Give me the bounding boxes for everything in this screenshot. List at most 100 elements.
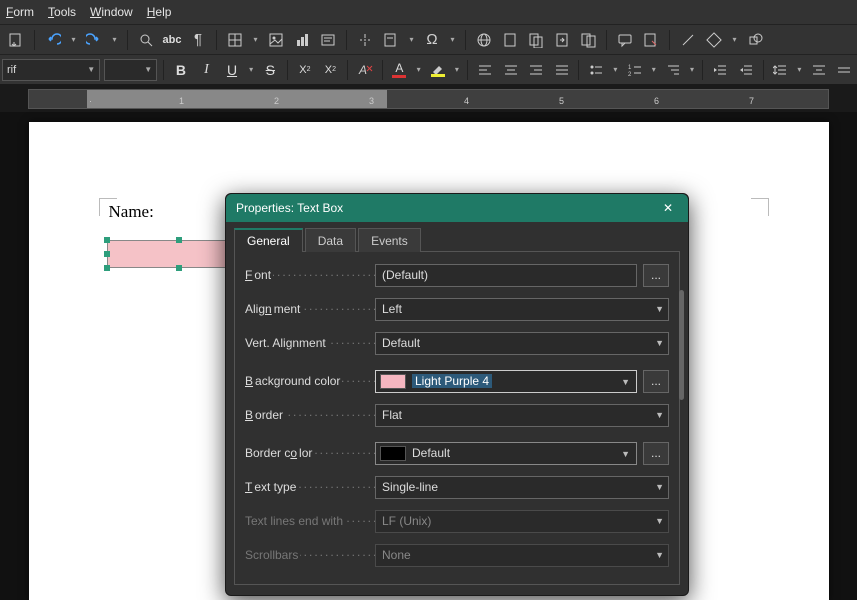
dialog-titlebar[interactable]: Properties: Text Box ✕ bbox=[226, 194, 688, 222]
undo-icon[interactable] bbox=[43, 30, 63, 50]
row-lineend: Text lines end with LF (Unix)▼ bbox=[245, 506, 669, 536]
comment-icon[interactable] bbox=[615, 30, 635, 50]
border-combo[interactable]: Flat▼ bbox=[375, 404, 669, 427]
bullet-list-button[interactable] bbox=[585, 59, 607, 81]
para-spacing-inc-button[interactable] bbox=[808, 59, 830, 81]
menu-form[interactable]: FFormorm bbox=[6, 5, 34, 19]
bookmark-icon[interactable] bbox=[526, 30, 546, 50]
resize-handle[interactable] bbox=[104, 265, 110, 271]
resize-handle[interactable] bbox=[176, 237, 182, 243]
document-label: Name: bbox=[109, 202, 154, 222]
number-list-dropdown[interactable]: ▾ bbox=[649, 60, 658, 80]
format-toolbar: rif ▼ ▼ B I U ▾ S X2 X2 A A ▾ ▾ ▾ 12 ▾ ▾… bbox=[0, 54, 857, 84]
special-char-dropdown[interactable]: ▾ bbox=[448, 30, 457, 50]
increase-indent-button[interactable] bbox=[709, 59, 731, 81]
properties-dialog: Properties: Text Box ✕ General Data Even… bbox=[225, 193, 689, 596]
texttype-combo[interactable]: Single-line▼ bbox=[375, 476, 669, 499]
clear-formatting-button[interactable]: A bbox=[354, 59, 376, 81]
draw-icon[interactable] bbox=[745, 30, 765, 50]
footnote-icon[interactable] bbox=[500, 30, 520, 50]
outline-list-dropdown[interactable]: ▾ bbox=[688, 60, 697, 80]
row-font: Font (Default) ... bbox=[245, 260, 669, 290]
image-icon[interactable] bbox=[266, 30, 286, 50]
bgcolor-combo[interactable]: Light Purple 4 ▼ bbox=[375, 370, 637, 393]
menu-window[interactable]: Window bbox=[90, 5, 133, 19]
underline-button[interactable]: U bbox=[221, 59, 243, 81]
basic-shapes-dropdown[interactable]: ▾ bbox=[730, 30, 739, 50]
align-left-button[interactable] bbox=[474, 59, 496, 81]
vert-alignment-combo[interactable]: Default▼ bbox=[375, 332, 669, 355]
number-list-button[interactable]: 12 bbox=[624, 59, 646, 81]
comment-box-icon[interactable] bbox=[578, 30, 598, 50]
decrease-indent-button[interactable] bbox=[735, 59, 757, 81]
line-spacing-dropdown[interactable]: ▾ bbox=[795, 60, 804, 80]
bordercolor-combo[interactable]: Default ▼ bbox=[375, 442, 637, 465]
hyperlink-icon[interactable] bbox=[474, 30, 494, 50]
row-vert-alignment: Vert. Alignment Default▼ bbox=[245, 328, 669, 358]
dialog-tabs: General Data Events bbox=[234, 228, 680, 252]
special-char-icon[interactable]: Ω bbox=[422, 30, 442, 50]
resize-handle[interactable] bbox=[176, 265, 182, 271]
textbox-insert-icon[interactable] bbox=[318, 30, 338, 50]
chart-icon[interactable] bbox=[292, 30, 312, 50]
horizontal-ruler[interactable]: · 1 2 3 4 5 6 7 bbox=[28, 89, 829, 109]
font-field[interactable]: (Default) bbox=[375, 264, 637, 287]
resize-handle[interactable] bbox=[104, 237, 110, 243]
bold-button[interactable]: B bbox=[170, 59, 192, 81]
font-color-button[interactable]: A bbox=[389, 59, 411, 81]
ruler: · 1 2 3 4 5 6 7 bbox=[0, 84, 857, 112]
strikethrough-button[interactable]: S bbox=[260, 59, 282, 81]
menu-help[interactable]: Help bbox=[147, 5, 172, 19]
resize-handle[interactable] bbox=[104, 251, 110, 257]
row-texttype: Text type Single-line▼ bbox=[245, 472, 669, 502]
subscript-button[interactable]: X2 bbox=[320, 59, 342, 81]
table-dropdown[interactable]: ▾ bbox=[251, 30, 260, 50]
row-border: Border Flat▼ bbox=[245, 400, 669, 430]
line-icon[interactable] bbox=[678, 30, 698, 50]
spellcheck-icon[interactable]: abc bbox=[162, 30, 182, 50]
field-dropdown[interactable]: ▾ bbox=[407, 30, 416, 50]
bgcolor-browse-button[interactable]: ... bbox=[643, 370, 669, 393]
highlight-color-button[interactable] bbox=[427, 59, 449, 81]
undo-dropdown[interactable]: ▾ bbox=[69, 30, 78, 50]
crossref-icon[interactable] bbox=[552, 30, 572, 50]
bordercolor-browse-button[interactable]: ... bbox=[643, 442, 669, 465]
basic-shapes-icon[interactable] bbox=[704, 30, 724, 50]
tab-data[interactable]: Data bbox=[305, 228, 356, 252]
outline-list-button[interactable] bbox=[662, 59, 684, 81]
superscript-button[interactable]: X2 bbox=[294, 59, 316, 81]
font-color-dropdown[interactable]: ▾ bbox=[414, 60, 423, 80]
table-icon[interactable] bbox=[225, 30, 245, 50]
close-button[interactable]: ✕ bbox=[658, 198, 678, 218]
line-spacing-button[interactable] bbox=[770, 59, 792, 81]
align-center-button[interactable] bbox=[500, 59, 522, 81]
menu-tools[interactable]: Tools bbox=[48, 5, 76, 19]
margin-corner bbox=[751, 198, 769, 216]
bordercolor-value: Default bbox=[412, 446, 450, 460]
tab-events[interactable]: Events bbox=[358, 228, 421, 252]
font-browse-button[interactable]: ... bbox=[643, 264, 669, 287]
align-justify-button[interactable] bbox=[551, 59, 573, 81]
align-right-button[interactable] bbox=[525, 59, 547, 81]
redo-icon[interactable] bbox=[84, 30, 104, 50]
highlight-color-dropdown[interactable]: ▾ bbox=[453, 60, 462, 80]
tab-general[interactable]: General bbox=[234, 228, 303, 252]
lineend-combo: LF (Unix)▼ bbox=[375, 510, 669, 533]
font-name-value: rif bbox=[7, 64, 16, 76]
font-name-combo[interactable]: rif ▼ bbox=[2, 59, 100, 81]
dialog-scrollbar[interactable] bbox=[679, 290, 684, 400]
bullet-list-dropdown[interactable]: ▾ bbox=[611, 60, 620, 80]
paragraph-marks-icon[interactable]: ¶ bbox=[188, 30, 208, 50]
para-spacing-dec-button[interactable] bbox=[833, 59, 855, 81]
find-icon[interactable] bbox=[136, 30, 156, 50]
font-size-combo[interactable]: ▼ bbox=[104, 59, 157, 81]
redo-dropdown[interactable]: ▾ bbox=[110, 30, 119, 50]
italic-button[interactable]: I bbox=[196, 59, 218, 81]
scrollbars-combo: None▼ bbox=[375, 544, 669, 567]
track-changes-icon[interactable] bbox=[641, 30, 661, 50]
pagebreak-icon[interactable] bbox=[355, 30, 375, 50]
field-icon[interactable] bbox=[381, 30, 401, 50]
alignment-combo[interactable]: Left▼ bbox=[375, 298, 669, 321]
underline-dropdown[interactable]: ▾ bbox=[247, 60, 256, 80]
export-pdf-icon[interactable] bbox=[6, 30, 26, 50]
